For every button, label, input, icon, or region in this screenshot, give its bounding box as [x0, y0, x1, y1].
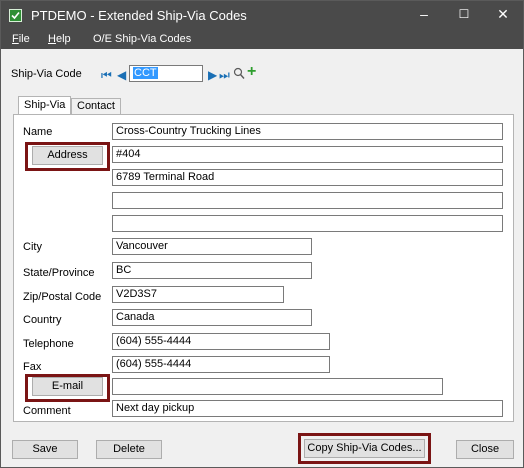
comment-label: Comment [23, 405, 71, 417]
menu-help[interactable]: Help [48, 33, 71, 45]
app-checkmark-icon [9, 9, 22, 22]
last-record-icon[interactable]: ⏭ [219, 69, 230, 81]
comment-input[interactable]: Next day pickup [112, 400, 503, 417]
ship-via-code-label: Ship-Via Code [11, 68, 82, 80]
address-line-3-input[interactable] [112, 192, 503, 209]
state-input[interactable]: BC [112, 262, 312, 279]
menu-oe-ship-via-codes[interactable]: O/E Ship-Via Codes [93, 33, 191, 45]
tab-contact[interactable]: Contact [71, 98, 121, 115]
first-record-icon[interactable]: ⏮ [101, 69, 112, 81]
zip-label: Zip/Postal Code [23, 291, 102, 303]
state-label: State/Province [23, 267, 95, 279]
finder-icon[interactable] [233, 67, 245, 83]
delete-button[interactable]: Delete [96, 440, 162, 459]
fax-label: Fax [23, 361, 42, 373]
telephone-input[interactable]: (604) 555-4444 [112, 333, 330, 350]
address-line-1-input[interactable]: #404 [112, 146, 503, 163]
next-record-icon[interactable]: ▶ [208, 69, 217, 81]
city-input[interactable]: Vancouver [112, 238, 312, 255]
title-bar[interactable]: PTDEMO - Extended Ship-Via Codes – ☐ ✕ [1, 1, 523, 30]
add-new-icon[interactable]: + [247, 63, 256, 81]
name-input[interactable]: Cross-Country Trucking Lines [112, 123, 503, 140]
close-button[interactable]: Close [456, 440, 514, 459]
name-label: Name [23, 126, 53, 138]
city-label: City [23, 241, 42, 253]
country-input[interactable]: Canada [112, 309, 312, 326]
address-button[interactable]: Address [32, 146, 103, 165]
main-window: PTDEMO - Extended Ship-Via Codes – ☐ ✕ F… [0, 0, 524, 468]
menu-bar: File Help O/E Ship-Via Codes [1, 30, 523, 49]
ship-via-code-value: CCT [133, 67, 158, 79]
ship-via-code-input[interactable]: CCT [129, 65, 203, 82]
minimize-button[interactable]: – [404, 1, 444, 30]
fax-input[interactable]: (604) 555-4444 [112, 356, 330, 373]
menu-file[interactable]: File [12, 33, 30, 45]
address-line-4-input[interactable] [112, 215, 503, 232]
country-label: Country [23, 314, 62, 326]
email-button[interactable]: E-mail [32, 377, 103, 396]
maximize-button[interactable]: ☐ [444, 1, 484, 30]
email-input[interactable] [112, 378, 443, 395]
zip-input[interactable]: V2D3S7 [112, 286, 284, 303]
tab-ship-via[interactable]: Ship-Via [18, 96, 72, 116]
copy-ship-via-codes-button[interactable]: Copy Ship-Via Codes... [304, 439, 425, 458]
previous-record-icon[interactable]: ◀ [117, 69, 126, 81]
address-line-2-input[interactable]: 6789 Terminal Road [112, 169, 503, 186]
close-window-button[interactable]: ✕ [483, 1, 523, 30]
window-title: PTDEMO - Extended Ship-Via Codes [31, 8, 247, 23]
save-button[interactable]: Save [12, 440, 78, 459]
telephone-label: Telephone [23, 338, 74, 350]
